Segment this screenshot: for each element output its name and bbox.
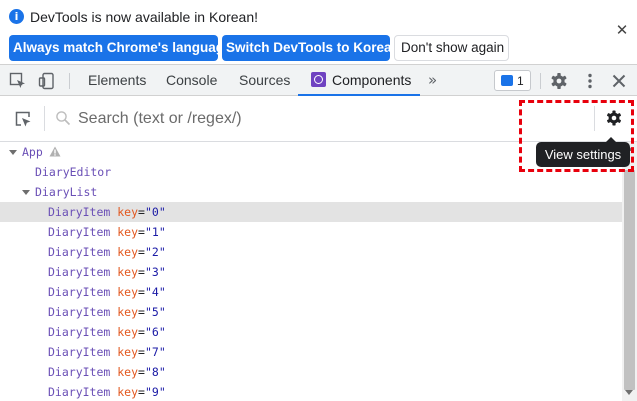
- component-name: DiaryItem: [48, 225, 111, 239]
- prop-equals: =: [138, 345, 145, 359]
- component-tree: App DiaryEditor DiaryList DiaryItem key=…: [0, 142, 622, 401]
- component-name: DiaryList: [35, 185, 98, 199]
- components-search-bar: [0, 96, 637, 142]
- tab-console[interactable]: Console: [166, 65, 217, 96]
- infobar-close-icon[interactable]: ✕: [613, 21, 631, 39]
- prop-value: "8": [144, 365, 166, 379]
- tree-node-diary-item[interactable]: DiaryItem key="7": [0, 342, 622, 362]
- switch-to-korean-button[interactable]: Switch DevTools to Korean: [222, 35, 400, 61]
- tree-node-app[interactable]: App: [0, 142, 622, 162]
- component-name: DiaryItem: [48, 245, 111, 259]
- search-divider: [44, 106, 45, 131]
- vertical-scrollbar[interactable]: [622, 142, 637, 401]
- settings-gear-icon[interactable]: [549, 71, 569, 91]
- component-name: DiaryItem: [48, 205, 111, 219]
- infobar-message: DevTools is now available in Korean!: [30, 9, 259, 25]
- prop-equals: =: [138, 365, 145, 379]
- component-name: DiaryItem: [48, 305, 111, 319]
- component-name: App: [22, 145, 43, 159]
- prop-equals: =: [138, 225, 145, 239]
- tree-node-diary-item[interactable]: DiaryItem key="0": [0, 202, 622, 222]
- tree-node-diary-item[interactable]: DiaryItem key="9": [0, 382, 622, 401]
- toolbar-divider: [69, 73, 70, 89]
- language-infobar: i DevTools is now available in Korean! ✕…: [0, 0, 637, 64]
- tree-node-diary-item[interactable]: DiaryItem key="3": [0, 262, 622, 282]
- prop-value: "9": [144, 385, 166, 399]
- prop-key: key: [117, 265, 139, 279]
- tree-node-diary-item[interactable]: DiaryItem key="6": [0, 322, 622, 342]
- toolbar-divider: [540, 73, 541, 89]
- warning-icon: [49, 146, 61, 157]
- expand-triangle-icon[interactable]: [9, 150, 17, 155]
- prop-value: "6": [144, 325, 166, 339]
- search-divider: [594, 106, 595, 131]
- prop-key: key: [117, 325, 139, 339]
- component-name: DiaryItem: [48, 365, 111, 379]
- tree-node-diary-item[interactable]: DiaryItem key="5": [0, 302, 622, 322]
- component-name: DiaryItem: [48, 325, 111, 339]
- messages-count-badge[interactable]: 1: [494, 70, 531, 91]
- always-match-language-button[interactable]: Always match Chrome's language: [9, 35, 232, 61]
- inspect-element-icon[interactable]: [8, 71, 28, 91]
- prop-value: "4": [144, 285, 166, 299]
- dont-show-again-button[interactable]: Don't show again: [394, 35, 509, 61]
- prop-equals: =: [138, 205, 145, 219]
- prop-key: key: [117, 345, 139, 359]
- prop-value: "2": [144, 245, 166, 259]
- prop-value: "5": [144, 305, 166, 319]
- expand-triangle-icon[interactable]: [22, 190, 30, 195]
- search-icon: [56, 111, 71, 126]
- prop-key: key: [117, 225, 139, 239]
- tab-elements[interactable]: Elements: [88, 65, 146, 96]
- device-toolbar-icon[interactable]: [37, 71, 57, 91]
- tree-node-diary-item[interactable]: DiaryItem key="8": [0, 362, 622, 382]
- tree-node-diary-list[interactable]: DiaryList: [0, 182, 622, 202]
- react-components-icon: [311, 72, 326, 87]
- prop-key: key: [117, 245, 139, 259]
- scrollbar-thumb[interactable]: [624, 170, 635, 390]
- prop-value: "3": [144, 265, 166, 279]
- prop-value: "1": [144, 225, 166, 239]
- prop-equals: =: [138, 325, 145, 339]
- component-name: DiaryItem: [48, 345, 111, 359]
- prop-equals: =: [138, 285, 145, 299]
- close-devtools-icon[interactable]: [609, 71, 629, 91]
- prop-key: key: [117, 385, 139, 399]
- prop-equals: =: [138, 305, 145, 319]
- view-settings-gear-icon[interactable]: [604, 108, 624, 128]
- tab-components-label: Components: [332, 72, 412, 88]
- info-icon: i: [9, 9, 24, 24]
- prop-equals: =: [138, 385, 145, 399]
- more-tabs-icon[interactable]: »: [428, 70, 437, 90]
- prop-key: key: [117, 365, 139, 379]
- scroll-down-arrow-icon[interactable]: [625, 390, 633, 395]
- tab-components[interactable]: Components: [298, 65, 420, 96]
- component-name: DiaryItem: [48, 285, 111, 299]
- tree-node-diary-editor[interactable]: DiaryEditor: [0, 162, 622, 182]
- message-count: 1: [517, 74, 524, 88]
- search-input[interactable]: [78, 106, 508, 132]
- select-element-icon[interactable]: [13, 109, 33, 129]
- view-settings-tooltip: View settings: [536, 137, 630, 167]
- prop-equals: =: [138, 245, 145, 259]
- component-name: DiaryEditor: [35, 165, 112, 179]
- devtools-tab-toolbar: Elements Console Sources Components » 1: [0, 64, 637, 96]
- tab-sources[interactable]: Sources: [239, 65, 290, 96]
- component-name: DiaryItem: [48, 265, 111, 279]
- prop-value: "0": [144, 205, 166, 219]
- kebab-menu-icon[interactable]: [580, 71, 600, 91]
- tree-node-diary-item[interactable]: DiaryItem key="1": [0, 222, 622, 242]
- message-icon: [501, 75, 513, 86]
- prop-key: key: [117, 305, 139, 319]
- tree-node-diary-item[interactable]: DiaryItem key="2": [0, 242, 622, 262]
- prop-value: "7": [144, 345, 166, 359]
- prop-key: key: [117, 205, 139, 219]
- prop-equals: =: [138, 265, 145, 279]
- component-name: DiaryItem: [48, 385, 111, 399]
- prop-key: key: [117, 285, 139, 299]
- tree-node-diary-item[interactable]: DiaryItem key="4": [0, 282, 622, 302]
